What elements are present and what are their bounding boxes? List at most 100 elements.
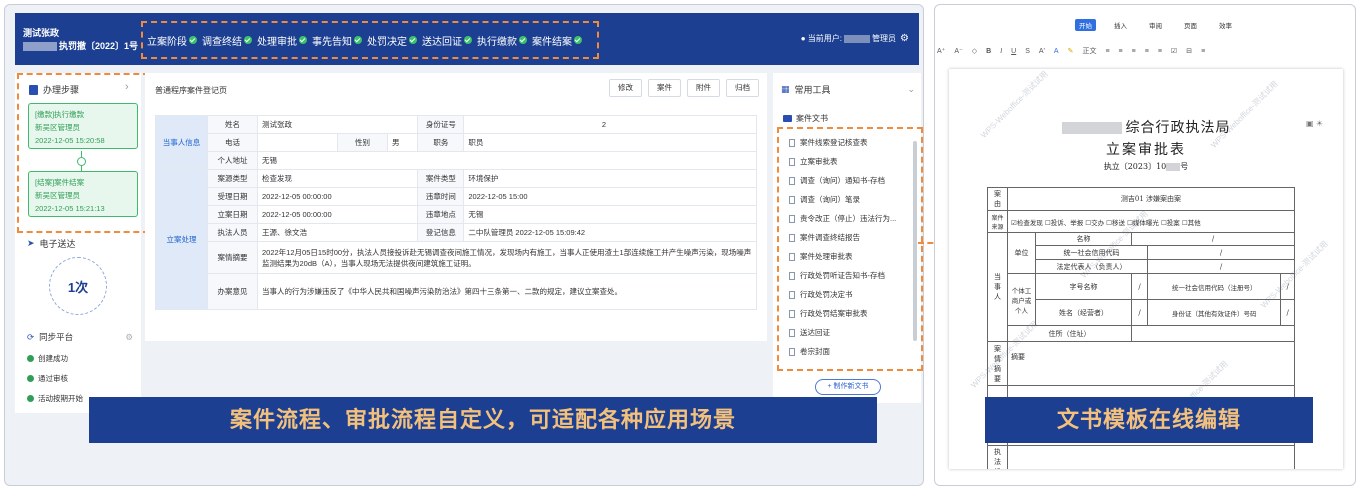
italic-button[interactable]: I — [1000, 48, 1002, 55]
table-button[interactable]: ⊟ — [1186, 47, 1192, 55]
scrollbar[interactable] — [913, 141, 917, 341]
stage-item[interactable]: 调查终结 — [202, 33, 252, 48]
attachment-button[interactable]: 附件 — [687, 79, 720, 97]
step-card[interactable]: [结案]案件结案 新吴区管理员 2022-12-05 15:21:13 — [28, 171, 138, 217]
sync-status-item: 创建成功 — [27, 353, 68, 364]
doc-org-title: 综合行政执法局 — [949, 117, 1343, 137]
tools-header[interactable]: ▦ 常用工具 ⌄ — [781, 83, 915, 96]
list-item[interactable]: 案件调查终结报告 — [789, 232, 860, 243]
list-item[interactable]: 行政处罚结案审批表 — [789, 308, 868, 319]
doc-subtitle: 立案审批表 — [1106, 142, 1186, 158]
tab-start[interactable]: 开始 — [1075, 19, 1096, 31]
underline-button[interactable]: U — [1011, 48, 1016, 55]
list-item[interactable]: 责令改正（停止）违法行为... — [789, 213, 896, 224]
chevron-down-icon[interactable]: ⌄ — [907, 84, 915, 95]
esend-count: 1次 — [49, 257, 107, 315]
case-system-screenshot: 测试张政 执罚撤〔2022〕1号 立案阶段 调查终结 处理审批 事先告知 处罚决… — [4, 4, 924, 486]
style-select[interactable]: 正文 — [1082, 46, 1096, 56]
sync-header[interactable]: ⟳ 同步平台 ⚙ — [27, 331, 133, 343]
blurred-text — [1166, 163, 1181, 171]
esend-header[interactable]: ➤ 电子送达 — [27, 237, 76, 250]
sync-icon: ⟳ — [27, 331, 35, 342]
stage-item[interactable]: 处罚决定 — [367, 33, 417, 48]
list-item[interactable]: 行政处罚听证告知书-存档 — [789, 270, 885, 281]
align-button[interactable]: ≡ — [1132, 48, 1136, 55]
clipboard-icon — [29, 84, 38, 95]
stage-item[interactable]: 事先告知 — [312, 33, 362, 48]
list-item[interactable]: 行政处罚决定书 — [789, 289, 853, 300]
check-circle-icon — [27, 375, 34, 382]
file-icon — [789, 252, 795, 261]
chevron-right-icon[interactable]: › — [125, 81, 129, 93]
blurred-text — [844, 34, 871, 43]
case-info-table: 当事人信息 姓名 测试张政 身份证号 2 电话 性别 男 职务 职员 个人地址 … — [155, 115, 757, 310]
font-color-button[interactable]: A — [1054, 48, 1059, 55]
stage-item[interactable]: 送达回证 — [422, 33, 472, 48]
gear-icon[interactable]: ⚙ — [900, 33, 909, 44]
stage-item[interactable]: 立案阶段 — [147, 33, 197, 48]
case-register-panel: 普通程序案件登记页 修改 案件 附件 归档 当事人信息 姓名 测试张政 身份证号… — [145, 73, 767, 341]
stage-item[interactable]: 执行缴款 — [477, 33, 527, 48]
case-group-label: 立案处理 — [155, 169, 208, 310]
step-card[interactable]: [缴款]执行缴款 新吴区管理员 2022-12-05 15:20:58 — [28, 103, 138, 149]
list-item[interactable]: 调查（询问）笔录 — [789, 194, 860, 205]
file-icon — [789, 309, 795, 318]
list-item[interactable]: 调查（询问）通知书-存档 — [789, 175, 885, 186]
toolbar-button[interactable]: A' — [1039, 48, 1045, 55]
check-circle-icon — [244, 36, 252, 44]
toolbar-button[interactable]: A⁺ — [937, 47, 945, 55]
list-item[interactable]: 案件处理审批表 — [789, 251, 853, 262]
new-document-button[interactable]: + 制作新文书 — [815, 379, 881, 395]
edit-button[interactable]: 修改 — [609, 79, 642, 97]
steps-header[interactable]: 办理步骤 — [29, 83, 79, 96]
case-button[interactable]: 案件 — [648, 79, 681, 97]
user-role: 管理员 — [872, 34, 897, 43]
case-title: 测试张政 执罚撤〔2022〕1号 — [23, 27, 138, 53]
strike-button[interactable]: S — [1025, 48, 1030, 55]
gear-icon[interactable]: ⚙ — [125, 332, 133, 343]
checkbox-button[interactable]: ☑ — [1171, 47, 1177, 55]
step-node-icon — [77, 157, 86, 166]
check-circle-icon — [519, 36, 527, 44]
feature-banner-right: 文书模板在线编辑 — [985, 397, 1313, 443]
file-icon — [789, 214, 795, 223]
align-button[interactable]: ≡ — [1145, 48, 1149, 55]
blurred-text — [23, 42, 57, 52]
page-title: 普通程序案件登记页 — [155, 86, 227, 95]
check-circle-icon — [299, 36, 307, 44]
tab-review[interactable]: 审阅 — [1145, 19, 1166, 31]
check-circle-icon — [464, 36, 472, 44]
folder-icon — [783, 115, 792, 122]
list-item[interactable]: 案件线索登记核查表 — [789, 137, 868, 148]
list-button[interactable]: ≡ — [1158, 48, 1162, 55]
check-circle-icon — [27, 355, 34, 362]
tab-page[interactable]: 页面 — [1180, 19, 1201, 31]
toolbar-button[interactable]: ≡ — [1201, 48, 1205, 55]
stage-item[interactable]: 处理审批 — [257, 33, 307, 48]
toolbox-icon: ▦ — [781, 84, 790, 94]
highlight-button[interactable]: ✎ — [1068, 47, 1074, 55]
file-icon — [789, 347, 795, 356]
tab-insert[interactable]: 插入 — [1110, 19, 1131, 31]
toolbar-button[interactable]: ◇ — [972, 47, 977, 55]
toolbar-button[interactable]: A⁻ — [954, 47, 962, 55]
list-item[interactable]: 送达回证 — [789, 327, 830, 338]
tab-efficiency[interactable]: 效率 — [1215, 19, 1236, 31]
party-group-label: 当事人信息 — [155, 115, 208, 170]
align-button[interactable]: ≡ — [1119, 48, 1123, 55]
user-prefix: 当前用户: — [807, 34, 843, 43]
archive-button[interactable]: 归档 — [726, 79, 759, 97]
sync-status-item: 通过审核 — [27, 373, 68, 384]
left-sidebar: 办理步骤 › [缴款]执行缴款 新吴区管理员 2022-12-05 15:20:… — [15, 73, 149, 413]
current-user[interactable]: ● 当前用户: 管理员 ⚙ — [801, 33, 909, 44]
check-circle-icon — [574, 36, 582, 44]
list-item[interactable]: 立案审批表 — [789, 156, 838, 167]
stage-item[interactable]: 案件结案 — [532, 33, 582, 48]
list-item[interactable]: 卷宗封面 — [789, 346, 830, 357]
case-number: 执罚撤〔2022〕1号 — [59, 41, 139, 51]
bold-button[interactable]: B — [986, 48, 991, 55]
align-button[interactable]: ≡ — [1105, 48, 1109, 55]
steps-panel: 办理步骤 › [缴款]执行缴款 新吴区管理员 2022-12-05 15:20:… — [17, 73, 149, 233]
docs-list: 案件线索登记核查表 立案审批表 调查（询问）通知书-存档 调查（询问）笔录 责令… — [777, 127, 923, 371]
send-icon: ➤ — [27, 238, 35, 248]
